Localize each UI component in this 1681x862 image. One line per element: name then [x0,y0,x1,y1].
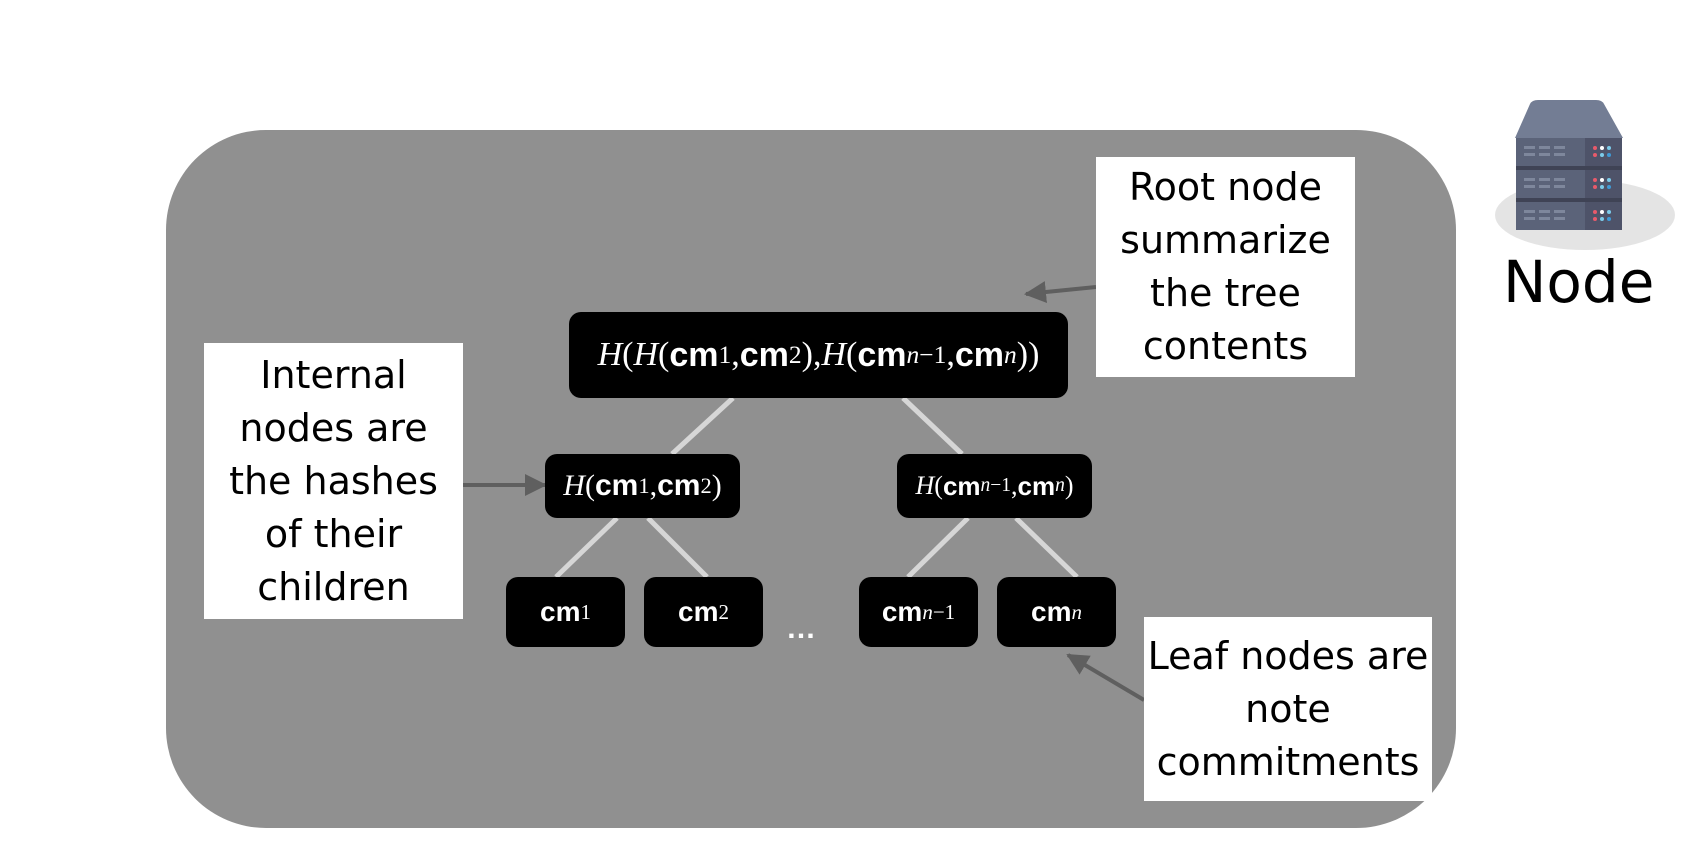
node-label: Node [1503,248,1655,316]
subscript: 1 [638,473,650,498]
edge-midL-cm2 [646,516,709,579]
annotation-root-node: Root node summarize the tree contents [1096,157,1355,377]
annotation-line: Internal [260,352,407,397]
subscript-var: n [1071,599,1082,624]
subscript: 2 [788,340,802,369]
paren: ( [934,471,943,500]
arrow-leaf [1066,653,1146,702]
annotation-line: Leaf nodes are [1147,633,1429,678]
cm-text: cm [594,469,639,502]
annotation-line: children [257,564,410,609]
cm-text: cm [540,596,581,627]
leaf-node-cm-n: cm n [997,577,1116,647]
subscript: n [1055,475,1065,497]
hash-symbol: H [597,336,623,373]
leaf-node-cm-n-minus-1: cm n−1 [859,577,978,647]
annotation-line: the tree [1150,271,1301,315]
subscript: n−1 [981,475,1012,497]
root-node: H(H(cm 1, cm 2), H(cm n−1, cm n)) [569,312,1068,398]
arrow-root [1024,281,1097,303]
edge-midL-cm1 [554,516,619,579]
cm-text: cm [1017,470,1056,501]
subscript-rest: −1 [932,599,956,624]
annotation-internal-nodes: Internal nodes are the hashes of their c… [204,343,463,619]
cm-text: cm [881,596,923,627]
subscript-var: n [922,599,933,624]
subscript: 1 [718,340,732,369]
cm-text: cm [1031,596,1072,627]
annotation-leaf-nodes: Leaf nodes are note commitments [1144,617,1432,801]
internal-node-right: H(cm n−1, cm n) [897,454,1092,518]
annotation-line: summarize [1120,218,1331,262]
paren: ) [1028,336,1040,373]
hash-symbol: H [821,336,847,373]
subscript: 2 [718,599,729,624]
annotation-line: of their [264,511,403,556]
paren: ) [1016,336,1029,373]
leaf-ellipsis: … [786,612,817,645]
subscript: n [1071,600,1082,625]
paren: ) [801,336,813,373]
subscript: n−1 [922,600,955,625]
hash-symbol: H [563,469,585,502]
internal-node-left: H(cm 1, cm 2) [545,454,740,518]
annotation-line: the hashes [229,458,438,503]
paren: ) [711,469,722,502]
annotation-line: commitments [1156,739,1420,784]
paren: ( [846,336,858,373]
edge-midR-cmn1 [906,516,970,579]
hash-symbol: H [915,471,935,500]
comma: , [649,469,658,502]
edge-root-right [901,396,964,456]
cm-text: cm [657,469,701,502]
subscript-var: n [906,340,920,369]
subscript-rest: −1 [919,340,947,369]
subscript: n [1004,340,1017,370]
cm-text: cm [669,335,719,374]
paren: ) [1064,471,1074,500]
hash-symbol: H [633,336,659,373]
annotation-line: contents [1142,324,1309,368]
comma: , [731,336,740,373]
server-icon [1495,100,1675,250]
edge-root-left [670,396,735,456]
paren: ( [658,336,670,373]
comma: , [946,336,955,373]
paren: ( [622,336,634,373]
cm-text: cm [942,470,981,501]
annotation-line: note [1245,686,1331,731]
paren: ( [584,469,595,502]
edge-midR-cmn [1014,516,1079,579]
leaf-node-cm1: cm 1 [506,577,625,647]
leaf-node-cm2: cm 2 [644,577,763,647]
cm-text: cm [739,335,789,374]
cm-text: cm [678,596,719,627]
subscript-var: n [980,475,991,496]
subscript-rest: −1 [990,475,1012,496]
subscript: n−1 [906,340,946,370]
cm-text: cm [857,335,907,374]
subscript-var: n [1055,475,1065,496]
cm-text: cm [954,335,1005,374]
subscript-var: n [1004,340,1017,369]
subscript: 1 [580,599,591,624]
annotation-line: nodes are [239,405,428,450]
subscript: 2 [700,473,712,498]
annotation-line: Root node [1128,165,1322,209]
